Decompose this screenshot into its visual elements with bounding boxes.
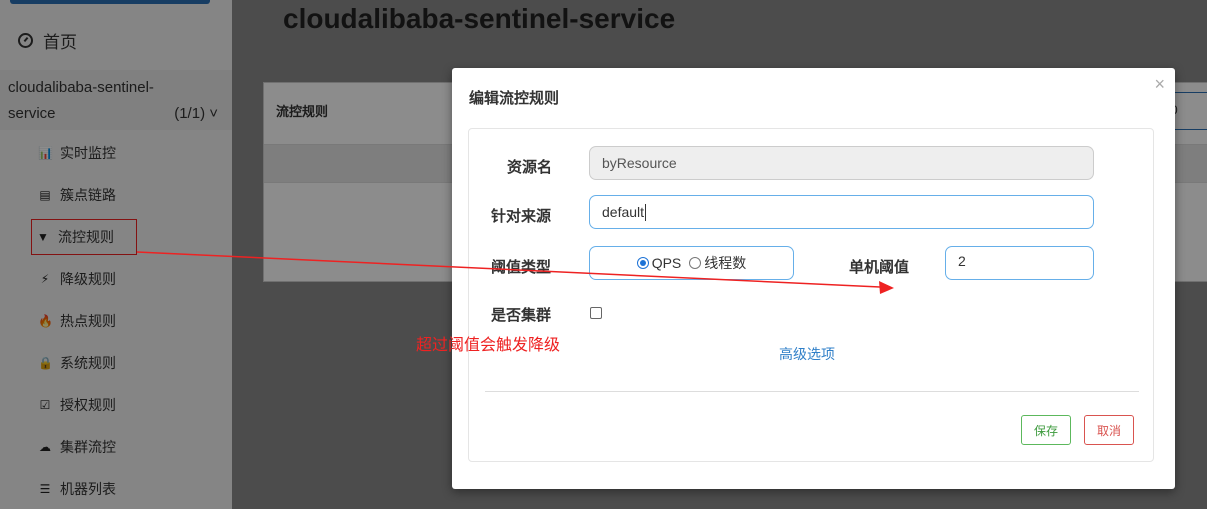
arrow-line [136, 251, 881, 288]
arrow-head [879, 281, 894, 294]
annotation-note: 超过阈值会触发降级 [416, 337, 561, 354]
annotation-arrow [136, 251, 894, 294]
